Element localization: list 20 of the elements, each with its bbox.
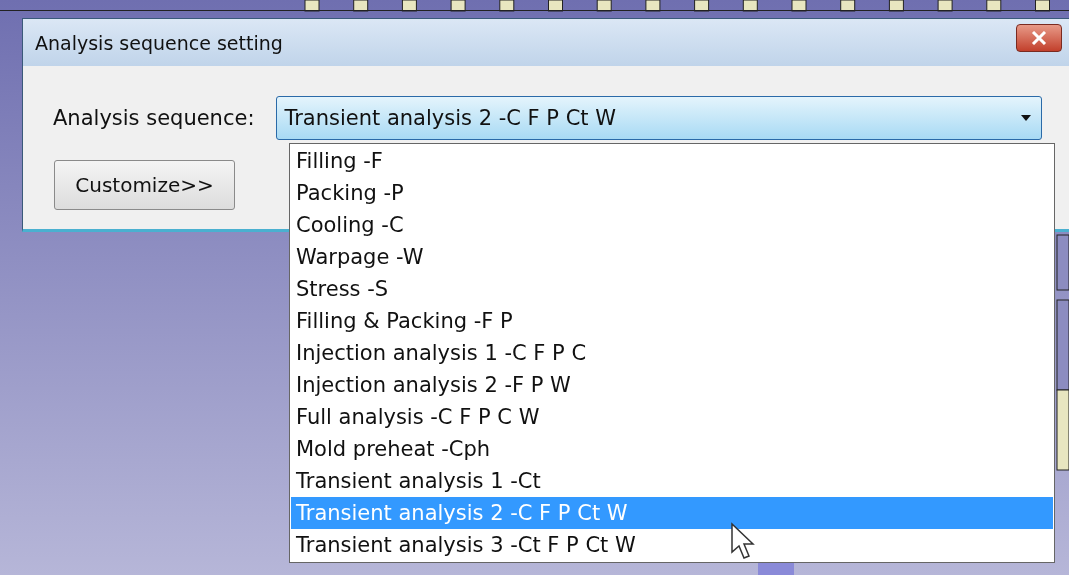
sequence-dropdown[interactable]: Transient analysis 2 -C F P Ct W xyxy=(276,96,1043,140)
dropdown-option[interactable]: Warpage -W xyxy=(291,241,1053,273)
customize-button[interactable]: Customize>> xyxy=(54,160,235,210)
dropdown-option[interactable]: Cooling -C xyxy=(291,209,1053,241)
dropdown-option[interactable]: Mold preheat -Cph xyxy=(291,433,1053,465)
caret-icon xyxy=(1021,115,1032,121)
close-icon xyxy=(1031,30,1047,45)
close-button[interactable] xyxy=(1016,23,1062,52)
pointer-cursor-icon xyxy=(730,522,756,560)
dropdown-option[interactable]: Stress -S xyxy=(291,273,1053,305)
dropdown-option[interactable]: Filling -F xyxy=(291,145,1053,177)
dropdown-option[interactable]: Injection analysis 2 -F P W xyxy=(291,369,1053,401)
window-title: Analysis sequence setting xyxy=(35,31,283,54)
dropdown-option[interactable]: Packing -P xyxy=(291,177,1053,209)
dropdown-option[interactable]: Transient analysis 3 -Ct F P Ct W xyxy=(291,529,1053,561)
dropdown-option[interactable]: Filling & Packing -F P xyxy=(291,305,1053,337)
field-label: Analysis sequence: xyxy=(53,106,255,130)
dropdown-option[interactable]: Injection analysis 1 -C F P C xyxy=(291,337,1053,369)
dropdown-option[interactable]: Transient analysis 1 -Ct xyxy=(291,465,1053,497)
dropdown-option[interactable]: Full analysis -C F P C W xyxy=(291,401,1053,433)
